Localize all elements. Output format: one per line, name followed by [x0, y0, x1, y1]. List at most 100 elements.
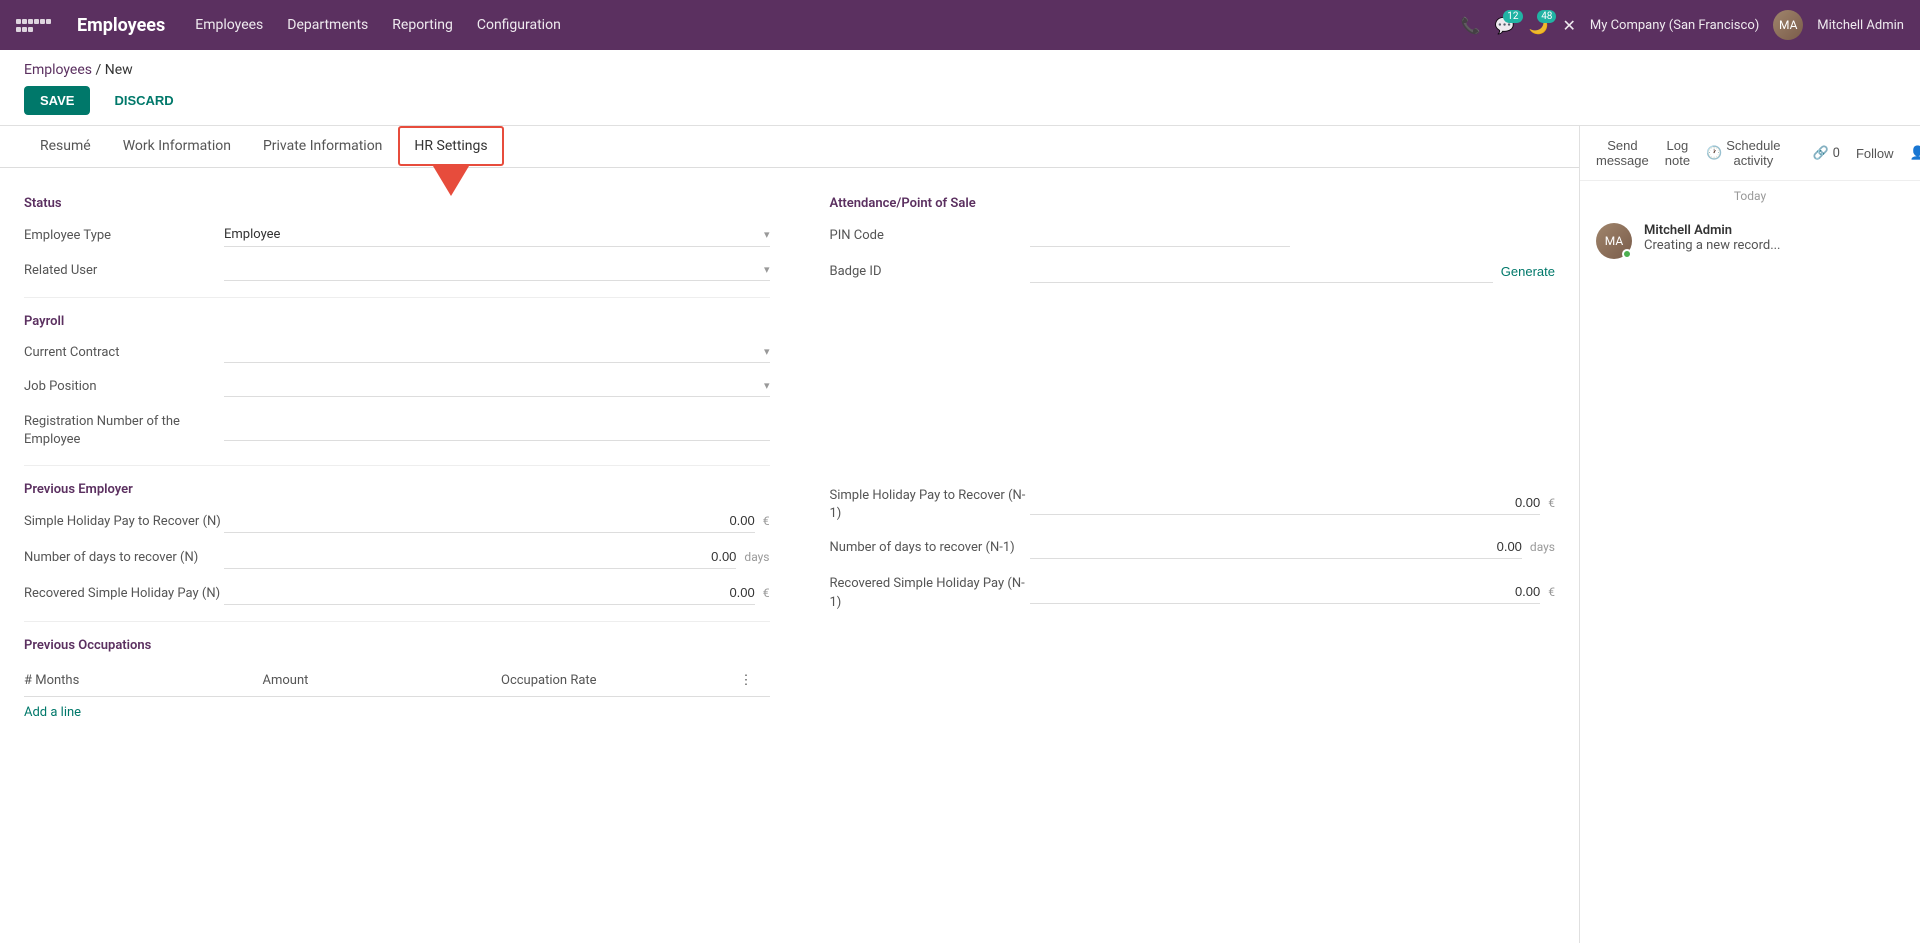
col-options-icon: ⋮ — [740, 673, 770, 688]
today-divider: Today — [1580, 181, 1920, 211]
recovered-holiday-n1-field: € — [1030, 580, 1556, 604]
message-body: Mitchell Admin Creating a new record... — [1644, 223, 1781, 259]
payroll-divider — [24, 297, 770, 298]
log-note-button[interactable]: Log note — [1665, 138, 1690, 168]
tabs: Resumé Work Information Private Informat… — [0, 126, 1579, 168]
occupations-table-header: # Months Amount Occupation Rate ⋮ — [24, 665, 770, 697]
recovered-holiday-n-input[interactable] — [224, 581, 755, 605]
previous-occupations-divider — [24, 621, 770, 622]
add-line-button[interactable]: Add a line — [24, 705, 770, 720]
paperclip-icon: 🔗 — [1812, 146, 1828, 161]
toolbar: SAVE DISCARD — [24, 86, 1896, 125]
messages-badge: 12 — [1503, 10, 1522, 23]
menu-reporting[interactable]: Reporting — [392, 13, 453, 37]
tab-work-information[interactable]: Work Information — [107, 126, 247, 168]
previous-employer-divider — [24, 465, 770, 466]
online-indicator — [1622, 249, 1632, 259]
main-menu: Employees Departments Reporting Configur… — [195, 13, 1440, 37]
simple-holiday-n-row: Simple Holiday Pay to Recover (N) € — [24, 509, 770, 533]
simple-holiday-n-field: € — [224, 509, 770, 533]
messages-icon[interactable]: 💬 12 — [1495, 16, 1515, 35]
form-two-col: Status Employee Type Employee ▾ Related … — [24, 192, 1555, 720]
form-content: Status Employee Type Employee ▾ Related … — [0, 168, 1579, 744]
simple-holiday-n-unit: € — [763, 514, 770, 528]
breadcrumb-current: New — [105, 62, 133, 78]
days-to-recover-n-field: days — [224, 545, 770, 569]
user-avatar[interactable]: MA — [1773, 10, 1803, 40]
breadcrumb: Employees / New — [24, 62, 1896, 78]
badge-id-label: Badge ID — [830, 264, 1030, 279]
simple-holiday-n1-field: € — [1030, 491, 1556, 515]
send-message-button[interactable]: Send message — [1596, 138, 1649, 168]
breadcrumb-bar: Employees / New SAVE DISCARD — [0, 50, 1920, 126]
days-to-recover-n-unit: days — [744, 550, 769, 564]
schedule-activity-button[interactable]: 🕐 Schedule activity — [1706, 138, 1780, 168]
days-to-recover-n1-row: Number of days to recover (N-1) days — [830, 535, 1556, 559]
employee-type-value: Employee — [224, 227, 280, 242]
form-area: Resumé Work Information Private Informat… — [0, 126, 1580, 943]
col-months: # Months — [24, 673, 263, 688]
chatter: Send message Log note 🕐 Schedule activit… — [1580, 126, 1920, 943]
days-to-recover-n1-unit: days — [1530, 540, 1555, 554]
related-user-arrow-icon: ▾ — [764, 263, 770, 276]
main-container: Resumé Work Information Private Informat… — [0, 126, 1920, 943]
registration-number-input[interactable] — [224, 417, 770, 441]
col-amount: Amount — [263, 673, 502, 688]
tab-resume[interactable]: Resumé — [24, 126, 107, 168]
tab-hr-settings[interactable]: HR Settings — [398, 126, 503, 166]
recovered-holiday-n1-unit: € — [1548, 585, 1555, 599]
recovered-holiday-n1-input[interactable] — [1030, 580, 1541, 604]
employee-type-arrow-icon: ▾ — [764, 228, 770, 241]
registration-number-label: Registration Number of the Employee — [24, 409, 224, 449]
days-to-recover-n1-input[interactable] — [1030, 535, 1522, 559]
moon-icon[interactable]: 🌙 48 — [1529, 16, 1549, 35]
job-position-label: Job Position — [24, 379, 224, 394]
form-right-col: Attendance/Point of Sale PIN Code Badge … — [810, 192, 1556, 720]
days-to-recover-n-input[interactable] — [224, 545, 736, 569]
tab-hr-settings-container: HR Settings — [398, 126, 503, 167]
employee-type-select[interactable]: Employee ▾ — [224, 223, 770, 247]
simple-holiday-n1-label: Simple Holiday Pay to Recover (N-1) — [830, 483, 1030, 523]
col-occupation: Occupation Rate — [501, 673, 740, 688]
brand-name: Employees — [77, 15, 165, 36]
menu-configuration[interactable]: Configuration — [477, 13, 561, 37]
message-author: Mitchell Admin — [1644, 223, 1781, 238]
related-user-label: Related User — [24, 263, 224, 278]
phone-icon[interactable]: 📞 — [1461, 16, 1481, 35]
tab-private-information[interactable]: Private Information — [247, 126, 398, 168]
form-left-col: Status Employee Type Employee ▾ Related … — [24, 192, 770, 720]
save-button[interactable]: SAVE — [24, 86, 90, 115]
badge-id-input[interactable] — [1030, 259, 1493, 283]
current-contract-arrow-icon: ▾ — [764, 345, 770, 358]
simple-holiday-n-input[interactable] — [224, 509, 755, 533]
days-to-recover-n-label: Number of days to recover (N) — [24, 545, 224, 567]
discard-button[interactable]: DISCARD — [98, 86, 189, 115]
job-position-row: Job Position ▾ — [24, 375, 770, 397]
simple-holiday-n-label: Simple Holiday Pay to Recover (N) — [24, 509, 224, 531]
topnav-right: 📞 💬 12 🌙 48 ✕ My Company (San Francisco)… — [1461, 10, 1904, 40]
menu-employees[interactable]: Employees — [195, 13, 263, 37]
close-icon[interactable]: ✕ — [1562, 16, 1575, 35]
breadcrumb-parent[interactable]: Employees — [24, 62, 92, 78]
follow-button[interactable]: Follow — [1856, 146, 1894, 161]
pin-code-label: PIN Code — [830, 228, 1030, 243]
company-name: My Company (San Francisco) — [1590, 18, 1759, 33]
recovered-holiday-n-row: Recovered Simple Holiday Pay (N) € — [24, 581, 770, 605]
job-position-select[interactable]: ▾ — [224, 375, 770, 397]
people-icon: 👤 — [1910, 146, 1920, 161]
clock-icon: 🕐 — [1706, 145, 1722, 161]
payroll-section-label: Payroll — [24, 314, 770, 329]
previous-occupations-label: Previous Occupations — [24, 638, 770, 653]
recovered-holiday-n-field: € — [224, 581, 770, 605]
user-name: Mitchell Admin — [1817, 18, 1904, 33]
simple-holiday-n1-input[interactable] — [1030, 491, 1541, 515]
current-contract-select[interactable]: ▾ — [224, 341, 770, 363]
apps-grid-icon[interactable] — [16, 19, 49, 32]
menu-departments[interactable]: Departments — [287, 13, 368, 37]
moon-badge: 48 — [1537, 10, 1556, 23]
related-user-select[interactable]: ▾ — [224, 259, 770, 281]
generate-button[interactable]: Generate — [1501, 264, 1555, 279]
breadcrumb-separator: / — [95, 62, 104, 78]
topnav: Employees Employees Departments Reportin… — [0, 0, 1920, 50]
pin-code-input[interactable] — [1030, 223, 1290, 247]
